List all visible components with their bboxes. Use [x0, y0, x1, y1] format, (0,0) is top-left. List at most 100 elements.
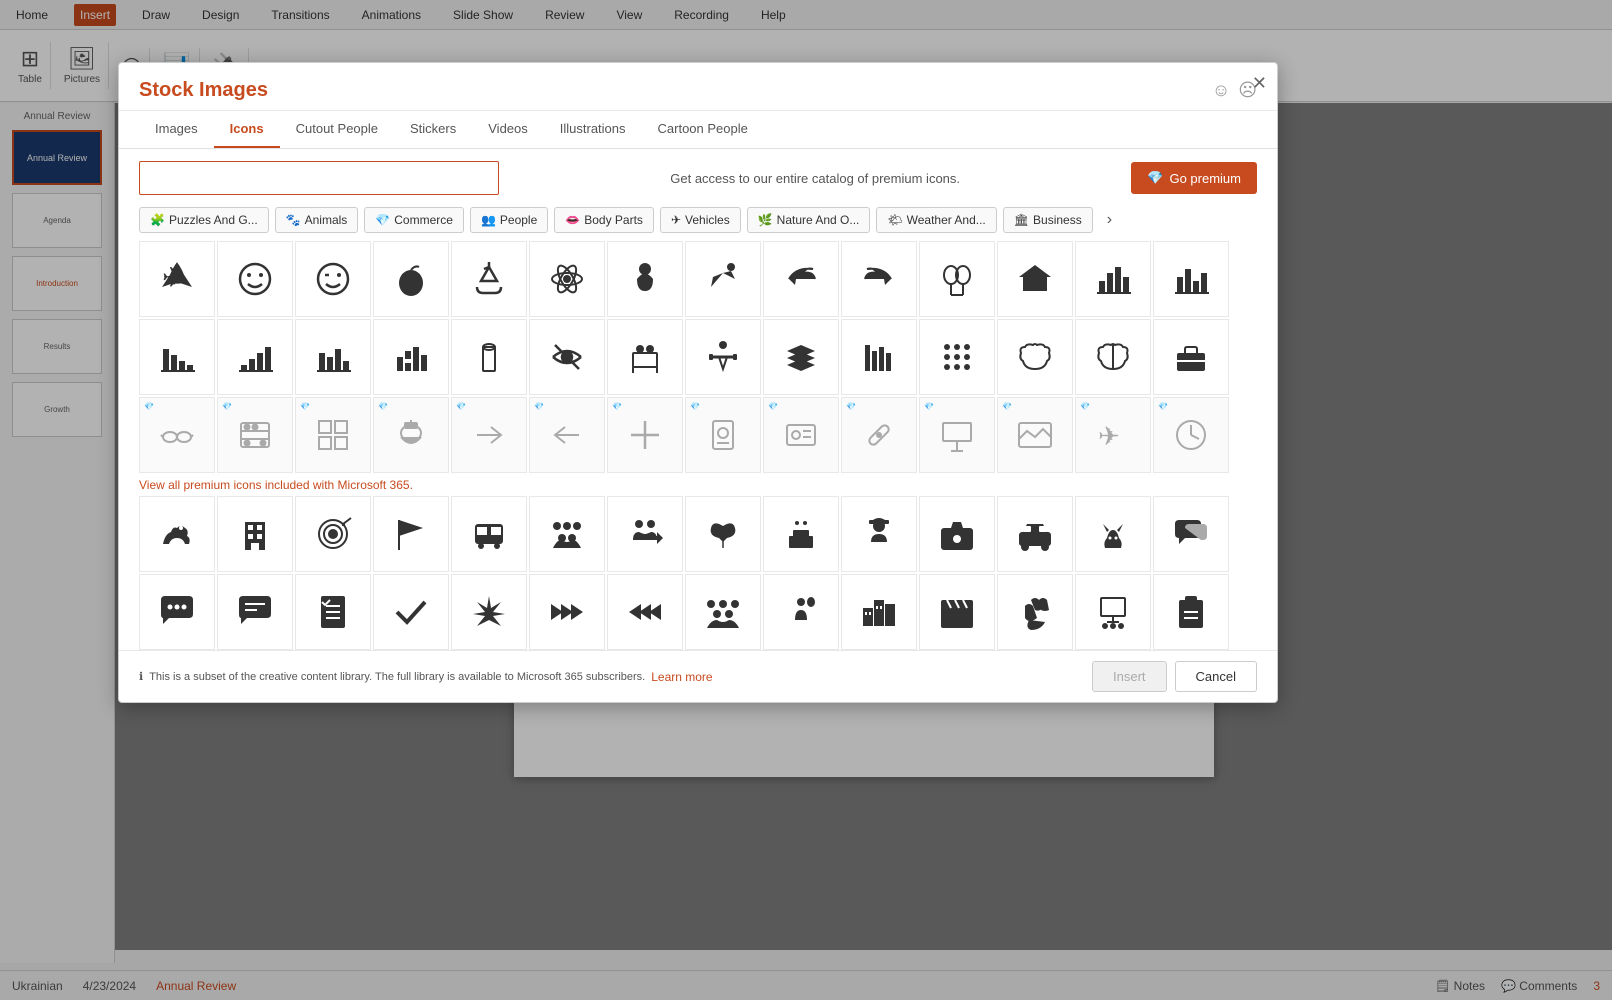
icon-starburst[interactable]	[451, 574, 527, 650]
icon-premium-bandage[interactable]: 💎	[841, 397, 917, 473]
icon-brain-1[interactable]	[997, 319, 1073, 395]
icon-briefcase[interactable]	[1153, 319, 1229, 395]
icon-arrow-back[interactable]	[763, 241, 839, 317]
icon-person-balloon[interactable]	[763, 574, 839, 650]
icon-dinosaur[interactable]	[139, 496, 215, 572]
icon-car[interactable]	[997, 496, 1073, 572]
icon-premium-id-card[interactable]: 💎	[763, 397, 839, 473]
cat-weather[interactable]: 🌤 Weather And...	[876, 207, 996, 233]
cat-puzzles[interactable]: 🧩 Puzzles And G...	[139, 207, 269, 233]
go-premium-button[interactable]: 💎 Go premium	[1131, 162, 1257, 194]
icon-person-running[interactable]	[685, 241, 761, 317]
categories-next-arrow[interactable]: ›	[1103, 207, 1116, 233]
icon-building[interactable]	[217, 496, 293, 572]
icon-checkmark[interactable]	[373, 574, 449, 650]
icon-clipboard[interactable]	[1153, 574, 1229, 650]
icon-person-hat[interactable]	[841, 496, 917, 572]
icon-bar-mixed[interactable]	[295, 319, 371, 395]
icon-premium-abacus[interactable]: 💎	[217, 397, 293, 473]
icon-premium-grid[interactable]: 💎	[295, 397, 371, 473]
premium-indicator: 💎	[222, 402, 232, 411]
icon-premium-arrow-right[interactable]: 💎	[451, 397, 527, 473]
icon-clapping[interactable]	[997, 574, 1073, 650]
icon-premium-acorn[interactable]: 💎	[373, 397, 449, 473]
icon-office-meeting[interactable]	[607, 319, 683, 395]
icon-group-large[interactable]	[685, 574, 761, 650]
icon-airplane[interactable]: ✈	[139, 241, 215, 317]
icon-premium-landscape[interactable]: 💎	[997, 397, 1073, 473]
icon-checklist[interactable]	[295, 574, 371, 650]
icon-bank[interactable]	[997, 241, 1073, 317]
tab-videos[interactable]: Videos	[472, 111, 544, 148]
learn-more-link[interactable]: Learn more	[651, 670, 712, 684]
icon-arrow-forward[interactable]	[841, 241, 917, 317]
icon-recycle[interactable]	[451, 241, 527, 317]
icon-presentation-people[interactable]	[1075, 574, 1151, 650]
icon-dots-grid[interactable]	[919, 319, 995, 395]
icon-arrows-left[interactable]	[607, 574, 683, 650]
premium-diamond-icon: 💎	[1147, 170, 1163, 186]
icon-stack[interactable]	[763, 319, 839, 395]
cat-vehicles[interactable]: ✈ Vehicles	[660, 207, 741, 233]
icon-premium-billboard[interactable]: 💎	[919, 397, 995, 473]
icon-speech-dots[interactable]	[139, 574, 215, 650]
icon-group-move[interactable]	[607, 496, 683, 572]
search-input[interactable]	[139, 161, 499, 195]
cat-body-parts[interactable]: 👄 Body Parts	[554, 207, 654, 233]
icon-brain-2[interactable]	[1075, 319, 1151, 395]
icon-group-5[interactable]	[529, 496, 605, 572]
vehicles-icon: ✈	[671, 213, 681, 227]
close-button[interactable]: ✕	[1252, 73, 1267, 94]
icon-cake[interactable]	[763, 496, 839, 572]
icon-camera[interactable]	[919, 496, 995, 572]
icon-clapboard[interactable]	[919, 574, 995, 650]
cat-animals[interactable]: 🐾 Animals	[275, 207, 359, 233]
icon-cylinder[interactable]	[451, 319, 527, 395]
puzzles-icon: 🧩	[150, 213, 165, 227]
icon-cat[interactable]	[1075, 496, 1151, 572]
tab-stickers[interactable]: Stickers	[394, 111, 472, 148]
premium-indicator: 💎	[690, 402, 700, 411]
cat-people[interactable]: 👥 People	[470, 207, 548, 233]
view-premium-link[interactable]: View all premium icons included with Mic…	[139, 478, 413, 492]
cat-nature[interactable]: 🌿 Nature And O...	[747, 207, 871, 233]
icon-atom[interactable]	[529, 241, 605, 317]
icon-city[interactable]	[841, 574, 917, 650]
cat-business[interactable]: 🏛 Business	[1003, 207, 1093, 233]
icon-balloons[interactable]	[919, 241, 995, 317]
icon-premium-arrow-left[interactable]: 💎	[529, 397, 605, 473]
icon-smiley[interactable]	[217, 241, 293, 317]
cat-commerce[interactable]: 💎 Commerce	[364, 207, 464, 233]
icon-premium-plus[interactable]: 💎	[607, 397, 683, 473]
tab-cutout-people[interactable]: Cutout People	[280, 111, 394, 148]
tab-images[interactable]: Images	[139, 111, 214, 148]
icon-bar-library[interactable]	[841, 319, 917, 395]
icon-premium-contact[interactable]: 💎	[685, 397, 761, 473]
icon-bar-chart-2[interactable]	[1153, 241, 1229, 317]
icon-apple[interactable]	[373, 241, 449, 317]
icon-chat-bubbles[interactable]	[1153, 496, 1229, 572]
icon-premium-glasses[interactable]: 💎	[139, 397, 215, 473]
icon-premium-clock[interactable]: 💎	[1153, 397, 1229, 473]
icon-bar-broken[interactable]	[373, 319, 449, 395]
icon-bar-down[interactable]	[139, 319, 215, 395]
insert-button[interactable]: Insert	[1092, 661, 1167, 692]
categories-row: 🧩 Puzzles And G... 🐾 Animals 💎 Commerce …	[119, 207, 1277, 241]
icon-butterfly[interactable]	[685, 496, 761, 572]
icon-arrows-right[interactable]	[529, 574, 605, 650]
cancel-button[interactable]: Cancel	[1175, 661, 1257, 692]
icon-flag-arrow[interactable]	[373, 496, 449, 572]
icon-baby[interactable]	[607, 241, 683, 317]
icon-target[interactable]	[295, 496, 371, 572]
tab-illustrations[interactable]: Illustrations	[544, 111, 642, 148]
icon-bar-chart-1[interactable]	[1075, 241, 1151, 317]
tab-icons[interactable]: Icons	[214, 111, 280, 148]
icon-wink[interactable]	[295, 241, 371, 317]
icon-bar-up[interactable]	[217, 319, 293, 395]
icon-speech-lines[interactable]	[217, 574, 293, 650]
tab-cartoon-people[interactable]: Cartoon People	[642, 111, 764, 148]
icon-weightlifter[interactable]	[685, 319, 761, 395]
icon-bus[interactable]	[451, 496, 527, 572]
icon-eye-crossed[interactable]	[529, 319, 605, 395]
icon-premium-airplane[interactable]: 💎 ✈	[1075, 397, 1151, 473]
